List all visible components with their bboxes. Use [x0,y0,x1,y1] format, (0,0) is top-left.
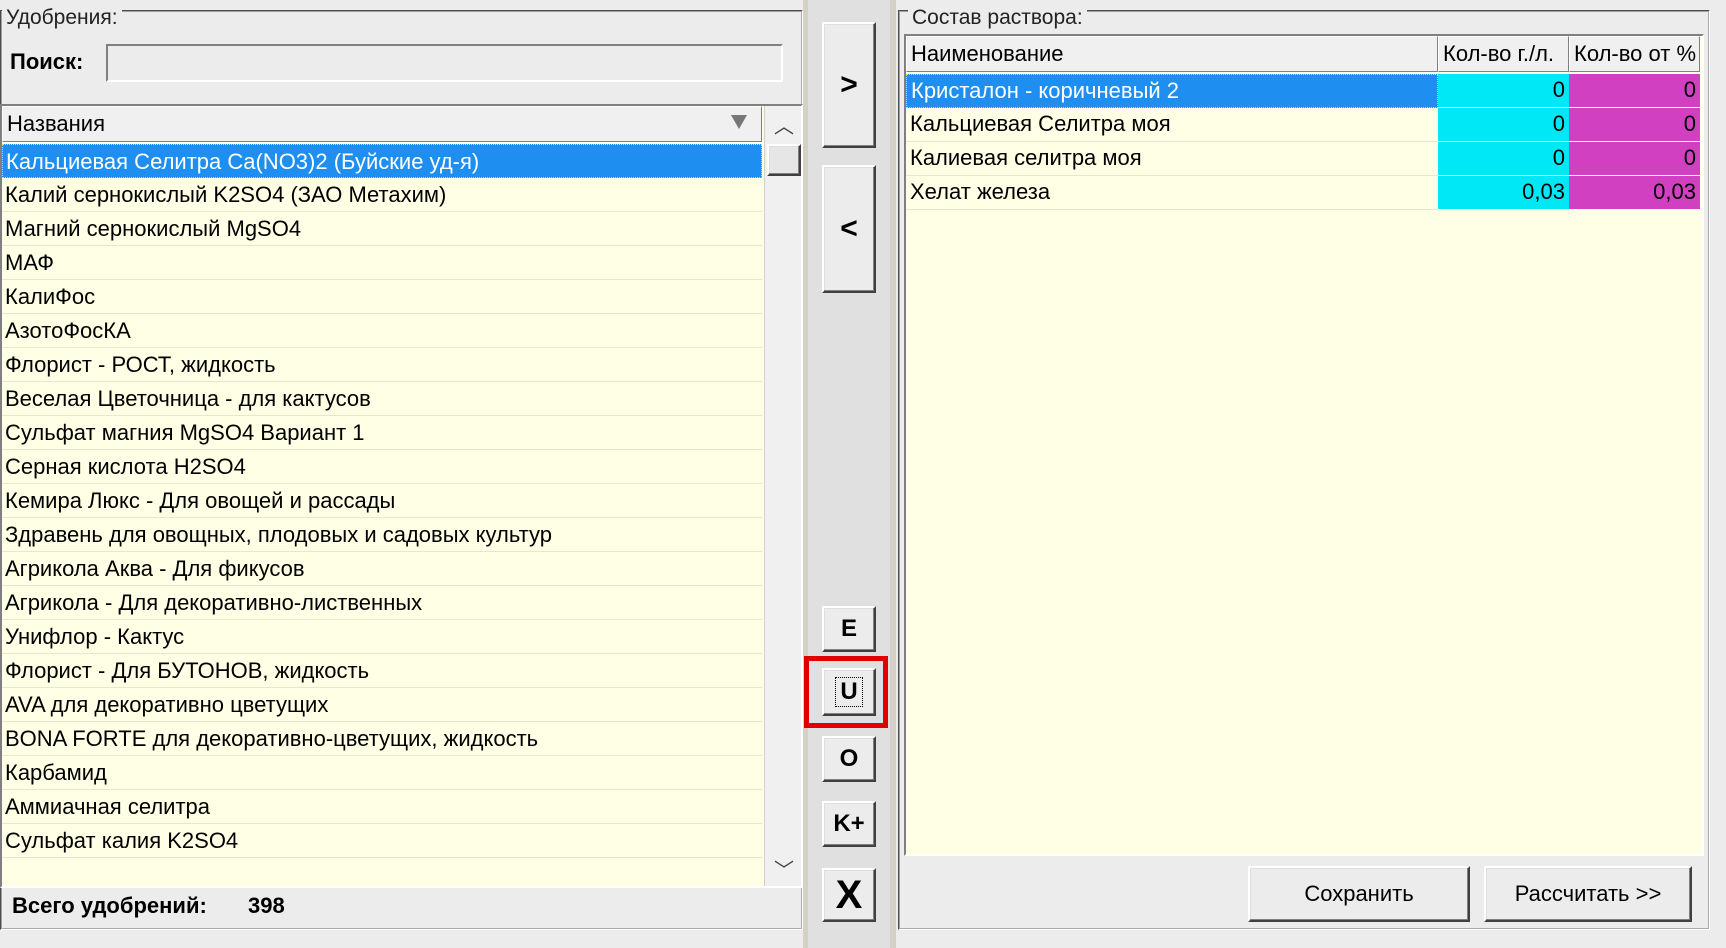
scroll-thumb[interactable] [767,144,801,176]
solution-row-qty[interactable]: 0 [1438,142,1569,176]
solution-row-name[interactable]: Кальциевая Селитра моя [906,108,1438,142]
fertilizer-list-item[interactable]: AVA для декоративно цветущих [2,688,762,722]
search-input[interactable] [106,44,783,82]
k-plus-button[interactable]: K+ [822,801,876,847]
fertilizer-rows: Кальциевая Селитра Ca(NO3)2 (Буйские уд-… [2,144,762,884]
save-button[interactable]: Сохранить [1248,866,1470,922]
solution-row-name[interactable]: Калиевая селитра моя [906,142,1438,176]
u-button-label: U [835,677,863,707]
fertilizer-list-item[interactable]: Кемира Люкс - Для овощей и рассады [2,484,762,518]
solution-row-qty[interactable]: 0 [1438,74,1569,108]
calculate-button[interactable]: Рассчитать >> [1484,866,1692,922]
fertilizer-list-item[interactable]: Флорист - Для БУТОНОВ, жидкость [2,654,762,688]
list-scrollbar[interactable]: ︿ ﹀ [764,106,801,886]
solution-rows: Кристалон - коричневый 2 0 0 Кальциевая Сел… [906,74,1702,854]
fertilizer-list-item[interactable]: Калий сернокислый K2SO4 (ЗАО Метахим) [2,178,762,212]
u-button[interactable]: U [822,668,876,716]
fertilizers-panel: Удобрения: Поиск: Названия Кальциевая Се… [0,0,803,948]
middle-toolbar: > < E U O K+ X [804,0,890,948]
fertilizer-list-item[interactable]: Сульфат калия K2SO4 [2,824,762,858]
close-button[interactable]: X [822,868,876,922]
col-header-pct[interactable]: Кол-во от % [1569,36,1700,72]
fertilizer-list-item[interactable]: Аммиачная селитра [2,790,762,824]
solution-row-qty[interactable]: 0,03 [1438,176,1569,210]
total-label: Всего удобрений: [12,893,207,918]
col-header-qty[interactable]: Кол-во г./л. [1438,36,1569,72]
fertilizer-list-item[interactable]: BONA FORTE для декоративно-цветущих, жид… [2,722,762,756]
fertilizer-list-item[interactable]: Веселая Цветочница - для кактусов [2,382,762,416]
solution-row-name[interactable]: Хелат железа [906,176,1438,210]
fertilizer-list-item[interactable]: АзотоФосКА [2,314,762,348]
solution-row-pct[interactable]: 0 [1569,74,1700,108]
fertilizer-list-item[interactable]: КалиФос [2,280,762,314]
solution-row-name[interactable]: Кристалон - коричневый 2 [906,74,1438,108]
fertilizer-list-item[interactable]: Карбамид [2,756,762,790]
e-button[interactable]: E [822,606,876,652]
fertilizer-list-item[interactable]: Магний сернокислый MgSO4 [2,212,762,246]
search-label: Поиск: [10,49,84,74]
fertilizer-list-item[interactable]: Флорист - РОСТ, жидкость [2,348,762,382]
solution-row-qty[interactable]: 0 [1438,108,1569,142]
solution-row-pct[interactable]: 0 [1569,108,1700,142]
column-header-names[interactable]: Названия [2,106,762,142]
column-header-label: Названия [7,111,105,136]
fertilizer-list-item[interactable]: Здравень для овощных, плодовых и садовых… [2,518,762,552]
scroll-up-arrow-icon[interactable]: ︿ [765,106,801,142]
close-icon: X [835,873,863,917]
add-to-solution-button[interactable]: > [822,22,876,148]
scroll-down-arrow-icon[interactable]: ﹀ [765,850,801,886]
fertilizer-list: Названия Кальциевая Селитра Ca(NO3)2 (Бу… [0,104,803,888]
solution-panel: Состав раствора: Наименование Кол-во г./… [896,0,1726,948]
solution-row-pct[interactable]: 0,03 [1569,176,1700,210]
fertilizer-list-item[interactable]: Агрикола - Для декоративно-лиственных [2,586,762,620]
fertilizer-list-item[interactable]: Сульфат магния MgSO4 Вариант 1 [2,416,762,450]
fertilizer-list-item[interactable]: Серная кислота H2SO4 [2,450,762,484]
o-button[interactable]: O [822,736,876,782]
fertilizer-list-item[interactable]: МАФ [2,246,762,280]
fertilizers-group-title: Удобрения: [2,6,122,30]
filter-icon[interactable] [731,115,747,129]
col-header-name[interactable]: Наименование [906,36,1438,72]
solution-row-pct[interactable]: 0 [1569,142,1700,176]
fertilizer-list-item[interactable]: Кальциевая Селитра Ca(NO3)2 (Буйские уд-… [2,144,762,178]
remove-from-solution-button[interactable]: < [822,165,876,293]
fertilizer-list-item[interactable]: Унифлор - Кактус [2,620,762,654]
solution-group-title: Состав раствора: [908,6,1087,30]
total-value: 398 [248,893,285,918]
fertilizer-list-item[interactable]: Агрикола Аква - Для фикусов [2,552,762,586]
solution-grid: Наименование Кол-во г./л. Кол-во от % Кр… [904,34,1704,856]
